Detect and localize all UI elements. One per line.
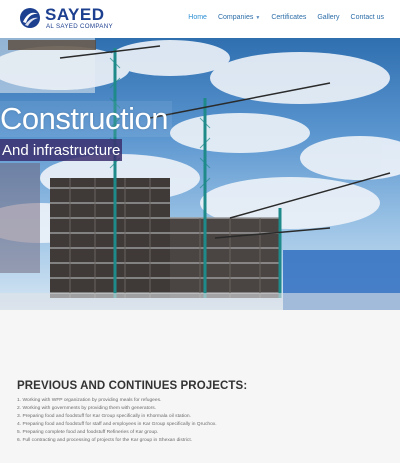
hero-banner: Construction And infrastructure (0, 38, 400, 310)
projects-list: 1. Working with WFP organization by prov… (17, 397, 387, 445)
list-item: 1. Working with WFP organization by prov… (17, 398, 162, 403)
projects-title: PREVIOUS AND CONTINUES PROJECTS: (17, 380, 248, 392)
list-item: 6. Full contracting and processing of pr… (17, 438, 193, 443)
projects-section: PREVIOUS AND CONTINUES PROJECTS: 1. Work… (17, 380, 387, 445)
list-item: 5. Preparing complete food and foodstuff… (17, 430, 159, 435)
construction-site-image (0, 38, 400, 310)
nav-gallery[interactable]: Gallery (317, 14, 339, 21)
hero-title: Construction (0, 101, 173, 137)
nav-certificates[interactable]: Certificates (271, 14, 306, 21)
nav-contact[interactable]: Contact us (351, 14, 384, 21)
nav-companies[interactable]: Companies ▼ (218, 14, 260, 21)
site-header: SAYED AL SAYED COMPANY Home Companies ▼ C… (0, 0, 400, 38)
list-item: 4. Preparing food and foodstuff for staf… (17, 422, 217, 427)
nav-companies-label: Companies (217, 14, 254, 21)
logo[interactable]: SAYED AL SAYED COMPANY (19, 6, 129, 32)
chevron-down-icon: ▼ (255, 15, 261, 21)
hero-subtitle: And infrastructure (2, 142, 121, 159)
brand-subtitle: AL SAYED COMPANY (46, 23, 113, 30)
list-item: 3. Preparing food and foodstuff for Kar … (17, 414, 191, 419)
list-item: 2. Working with governments by providing… (17, 406, 157, 411)
sayed-globe-logo-icon (20, 8, 40, 28)
nav-home[interactable]: Home (188, 14, 207, 21)
main-nav: Home Companies ▼ Certificates Gallery Con… (177, 14, 384, 21)
brand-name: SAYED (45, 5, 105, 24)
